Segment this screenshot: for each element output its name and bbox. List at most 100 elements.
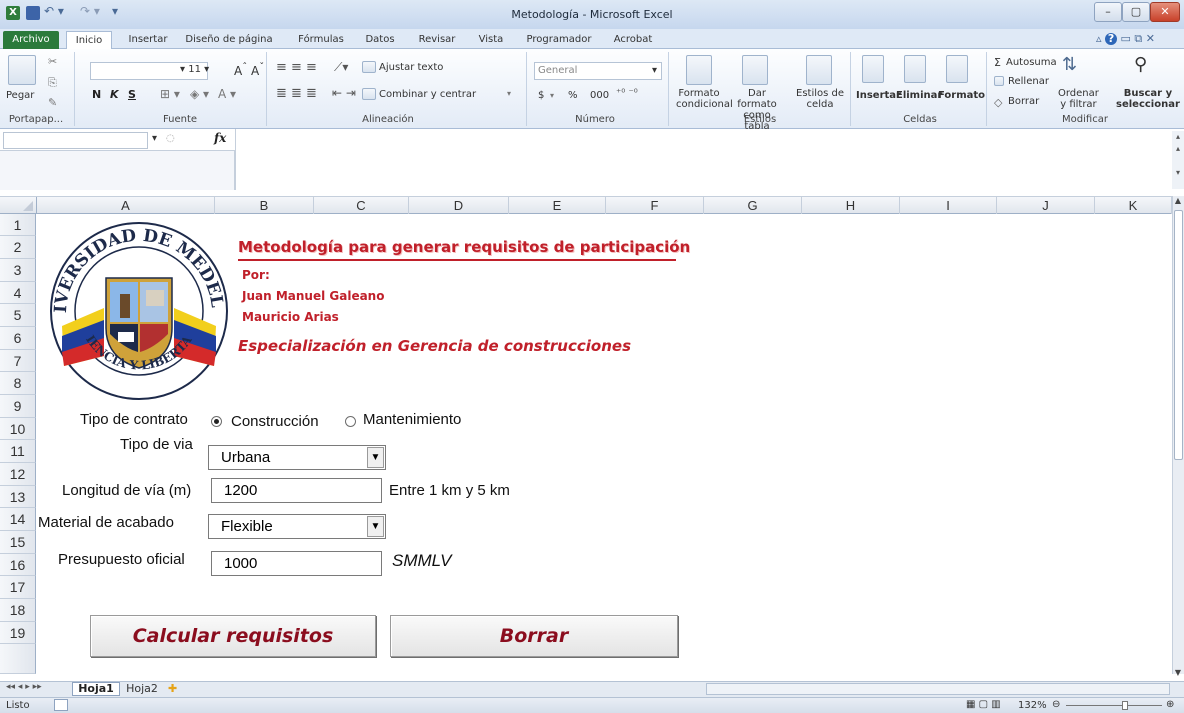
name-box[interactable]	[3, 132, 148, 149]
tab-formulas[interactable]: Fórmulas	[294, 31, 348, 49]
sort-filter-button[interactable]: Ordenar y filtrar	[1058, 88, 1099, 110]
column-header-h[interactable]: H	[802, 197, 900, 214]
tab-revisar[interactable]: Revisar	[414, 31, 460, 49]
merge-center-button[interactable]: Combinar y centrar	[379, 89, 476, 100]
format-cells-icon[interactable]	[946, 55, 968, 83]
chevron-down-icon[interactable]: ▼	[367, 447, 384, 468]
percent-button[interactable]: %	[568, 90, 578, 101]
font-color-icon[interactable]: A ▾	[218, 87, 236, 101]
scroll-up-icon[interactable]: ▲	[1172, 196, 1184, 208]
maintenance-option-label[interactable]: Mantenimiento	[363, 411, 461, 428]
calculate-requirements-button[interactable]: Calcular requisitos	[90, 615, 376, 657]
column-header-f[interactable]: F	[606, 197, 704, 214]
formula-input[interactable]	[235, 129, 1172, 190]
column-header-d[interactable]: D	[409, 197, 509, 214]
road-length-input[interactable]: 1200	[211, 478, 382, 503]
sheet-nav-icon[interactable]: ◂◂ ◂ ▸ ▸▸	[6, 682, 42, 692]
row-header[interactable]: 7	[0, 350, 36, 372]
underline-button[interactable]: S	[128, 88, 136, 101]
road-type-select[interactable]: Urbana ▼	[208, 445, 386, 470]
tab-insertar[interactable]: Insertar	[124, 31, 172, 49]
conditional-format-icon[interactable]	[686, 55, 712, 85]
autosum-button[interactable]: Autosuma	[1006, 57, 1057, 68]
tab-acrobat[interactable]: Acrobat	[608, 31, 658, 49]
minimize-button[interactable]: –	[1094, 2, 1122, 22]
paste-icon[interactable]	[8, 55, 36, 85]
align-top-icon[interactable]: ≡ ≡ ≡	[276, 60, 317, 75]
align-left-icon[interactable]: ≣ ≣ ≣	[276, 86, 317, 101]
find-select-icon[interactable]: ⚲	[1134, 54, 1147, 75]
scroll-thumb[interactable]	[1174, 210, 1183, 460]
maximize-button[interactable]: ▢	[1122, 2, 1150, 22]
row-header[interactable]: 18	[0, 599, 36, 622]
fill-button[interactable]: Rellenar	[1008, 76, 1049, 87]
merge-dropdown-icon[interactable]: ▾	[507, 89, 511, 98]
row-header[interactable]: 11	[0, 440, 36, 463]
font-size-select[interactable]: ▾ 11 ▾	[180, 64, 209, 75]
row-header[interactable]: 12	[0, 463, 36, 486]
view-buttons-icon[interactable]: ▦ ▢ ▥	[966, 699, 1001, 710]
insert-function-button[interactable]: fx	[214, 131, 226, 145]
delete-cells-icon[interactable]	[904, 55, 926, 83]
tab-diseno-pagina[interactable]: Diseño de página	[184, 31, 274, 49]
tab-datos[interactable]: Datos	[362, 31, 398, 49]
formula-scroll[interactable]: ▴ ▴ ▾	[1172, 131, 1184, 189]
insert-sheet-icon[interactable]: ✚	[168, 682, 177, 695]
column-header-i[interactable]: I	[900, 197, 997, 214]
column-header-k[interactable]: K	[1095, 197, 1172, 214]
zoom-level[interactable]: 132%	[1018, 700, 1047, 711]
conditional-format-button[interactable]: Formato condicional	[676, 88, 733, 110]
cut-icon[interactable]: ✂	[48, 55, 57, 68]
tab-vista[interactable]: Vista	[474, 31, 508, 49]
row-header[interactable]: 16	[0, 554, 36, 576]
scroll-down-icon[interactable]: ▼	[1172, 668, 1184, 680]
number-format-select[interactable]: General ▾	[534, 62, 662, 80]
row-header[interactable]: 13	[0, 486, 36, 508]
row-header[interactable]: 6	[0, 327, 36, 350]
macro-record-icon[interactable]	[54, 699, 68, 711]
paste-button[interactable]: Pegar	[6, 90, 34, 101]
format-as-table-icon[interactable]	[742, 55, 768, 85]
close-button[interactable]: ✕	[1150, 2, 1180, 22]
zoom-slider-thumb[interactable]	[1122, 701, 1128, 710]
row-header[interactable]: 2	[0, 236, 36, 259]
fill-color-icon[interactable]: ◈ ▾	[190, 87, 209, 101]
row-header[interactable]: 5	[0, 304, 36, 327]
wrap-text-button[interactable]: Ajustar texto	[379, 62, 443, 73]
row-header[interactable]	[0, 644, 36, 674]
select-all-corner[interactable]	[0, 197, 37, 214]
finish-material-select[interactable]: Flexible ▼	[208, 514, 386, 539]
tab-inicio[interactable]: Inicio	[66, 31, 112, 49]
row-header[interactable]: 3	[0, 259, 36, 282]
format-as-table-button[interactable]: Dar formato como tabla	[732, 88, 782, 132]
insert-button[interactable]: Insertar	[856, 90, 901, 101]
budget-input[interactable]: 1000	[211, 551, 382, 576]
name-box-dropdown-icon[interactable]: ▾	[152, 133, 157, 144]
column-header-g[interactable]: G	[704, 197, 802, 214]
bold-button[interactable]: N	[92, 88, 101, 101]
delete-button[interactable]: Eliminar	[896, 90, 942, 101]
horizontal-scrollbar[interactable]	[706, 683, 1170, 695]
column-header-b[interactable]: B	[215, 197, 314, 214]
zoom-in-icon[interactable]: ⊕	[1166, 699, 1174, 710]
indent-icon[interactable]: ⇤ ⇥	[332, 86, 356, 100]
construction-option-label[interactable]: Construcción	[231, 413, 319, 430]
row-header[interactable]: 14	[0, 508, 36, 531]
row-header[interactable]: 8	[0, 372, 36, 395]
column-header-j[interactable]: J	[997, 197, 1095, 214]
copy-icon[interactable]: ⎘	[48, 76, 57, 90]
format-painter-icon[interactable]: ✎	[48, 96, 57, 109]
row-header[interactable]: 19	[0, 622, 36, 644]
italic-button[interactable]: K	[110, 88, 119, 101]
formula-cancel-icon[interactable]: ◌	[166, 133, 175, 144]
vertical-scrollbar[interactable]	[1172, 196, 1184, 674]
ribbon-options-icon[interactable]: ▵ ? ▭ ⧉ ✕	[1096, 32, 1155, 46]
format-button[interactable]: Formato	[938, 90, 985, 101]
font-grow-icon[interactable]: Aˆ Aˇ	[234, 62, 264, 78]
cell-styles-icon[interactable]	[806, 55, 832, 85]
clear-button[interactable]: Borrar	[390, 615, 678, 657]
column-header-c[interactable]: C	[314, 197, 409, 214]
maintenance-radio[interactable]	[345, 416, 356, 427]
cell-styles-button[interactable]: Estilos de celda	[796, 88, 844, 110]
clear-button[interactable]: Borrar	[1008, 96, 1039, 107]
